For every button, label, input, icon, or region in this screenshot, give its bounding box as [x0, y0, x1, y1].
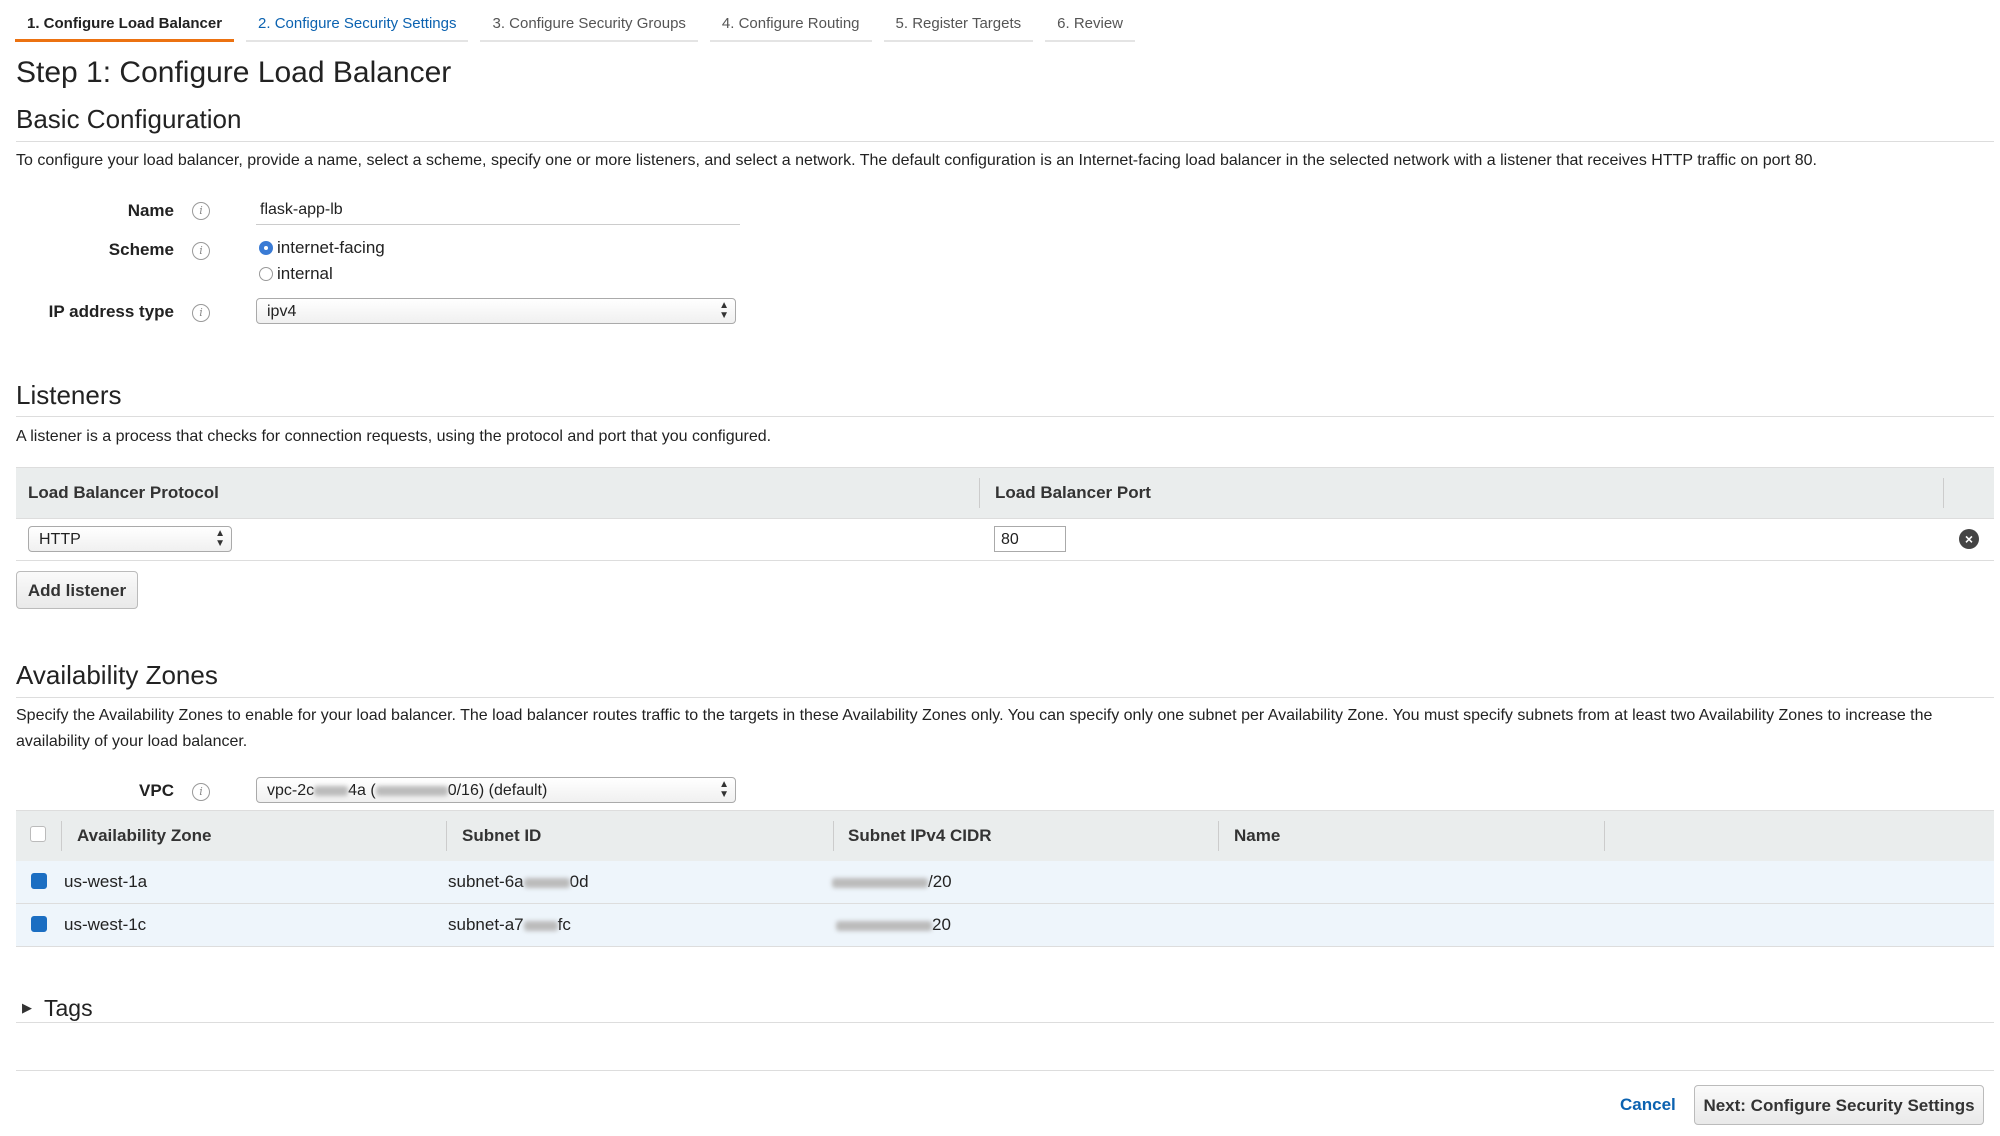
subnet-id-cell: subnet-6a 0d	[448, 872, 589, 892]
availability-zone-cell: us-west-1c	[64, 915, 147, 934]
column-divider	[833, 821, 834, 851]
redacted-text	[375, 785, 448, 796]
info-icon[interactable]: i	[192, 202, 210, 220]
column-divider	[1943, 478, 1944, 508]
column-divider	[1218, 821, 1219, 851]
subnet-id-prefix: subnet-a7	[448, 915, 524, 934]
info-icon[interactable]: i	[192, 304, 210, 322]
scheme-internet-facing-option[interactable]: internet-facing	[259, 238, 385, 258]
select-arrows-icon: ▲ ▼	[719, 779, 729, 800]
radio-unselected-icon[interactable]	[259, 267, 273, 281]
wizard-tabs: 1. Configure Load Balancer 2. Configure …	[15, 0, 1147, 44]
select-all-checkbox[interactable]	[30, 826, 46, 842]
redacted-text	[523, 920, 558, 931]
tab-configure-security-settings[interactable]: 2. Configure Security Settings	[246, 0, 469, 42]
tags-toggle[interactable]: Tags	[44, 995, 93, 1022]
column-header-protocol: Load Balancer Protocol	[28, 483, 219, 502]
vpc-value-middle: 4a (	[348, 782, 376, 799]
section-divider	[16, 141, 1994, 142]
remove-listener-icon[interactable]: ×	[1959, 529, 1979, 549]
redacted-text	[314, 785, 349, 796]
availability-zones-heading: Availability Zones	[16, 660, 218, 690]
tab-register-targets[interactable]: 5. Register Targets	[883, 0, 1034, 42]
basic-configuration-description: To configure your load balancer, provide…	[16, 152, 1817, 169]
subnet-id-prefix: subnet-6a	[448, 872, 524, 891]
column-divider	[979, 478, 980, 508]
protocol-value: HTTP	[39, 531, 81, 548]
next-configure-security-settings-button[interactable]: Next: Configure Security Settings	[1694, 1085, 1984, 1125]
availability-zones-description: Specify the Availability Zones to enable…	[16, 707, 1933, 750]
footer-divider	[16, 1070, 1994, 1071]
section-divider	[16, 416, 1994, 417]
availability-zone-cell: us-west-1a	[64, 872, 148, 891]
subnet-checkbox[interactable]	[31, 916, 47, 932]
port-input[interactable]: 80	[994, 526, 1066, 552]
radio-selected-icon[interactable]	[259, 241, 273, 255]
listener-row: HTTP ▲ ▼ 80 ×	[16, 518, 1994, 561]
name-label: Name	[127, 201, 174, 220]
scheme-option-label: internal	[277, 264, 333, 283]
page-title: Step 1: Configure Load Balancer	[16, 56, 452, 89]
subnet-row[interactable]: us-west-1c subnet-a7 fc 20	[16, 904, 1994, 947]
tab-review[interactable]: 6. Review	[1045, 0, 1135, 42]
column-header-availability-zone: Availability Zone	[77, 826, 212, 845]
vpc-value-prefix: vpc-2c	[267, 782, 315, 799]
column-header-port: Load Balancer Port	[995, 483, 1151, 502]
select-arrows-icon: ▲ ▼	[719, 300, 729, 321]
column-header-subnet-id: Subnet ID	[462, 826, 542, 845]
select-arrows-icon: ▲ ▼	[215, 528, 225, 549]
scheme-label: Scheme	[108, 240, 174, 259]
subnet-row[interactable]: us-west-1a subnet-6a 0d /20	[16, 861, 1994, 904]
listeners-heading: Listeners	[16, 380, 122, 410]
redacted-text	[836, 920, 932, 931]
tab-configure-routing[interactable]: 4. Configure Routing	[709, 0, 872, 42]
info-icon[interactable]: i	[192, 242, 210, 260]
basic-configuration-heading: Basic Configuration	[16, 104, 242, 134]
name-input[interactable]	[256, 196, 740, 225]
cidr-suffix: 20	[932, 915, 951, 934]
protocol-select[interactable]: HTTP ▲ ▼	[28, 526, 232, 552]
add-listener-button[interactable]: Add listener	[16, 571, 138, 609]
subnet-cidr-cell: /20	[832, 872, 952, 892]
column-header-subnet-cidr: Subnet IPv4 CIDR	[848, 826, 992, 845]
ip-address-type-value: ipv4	[267, 303, 297, 320]
info-icon[interactable]: i	[192, 783, 210, 801]
subnet-id-cell: subnet-a7 fc	[448, 915, 571, 935]
subnet-cidr-cell: 20	[836, 915, 951, 935]
cidr-suffix: /20	[928, 872, 952, 891]
section-divider	[16, 1022, 1994, 1023]
listeners-table-header: Load Balancer Protocol Load Balancer Por…	[16, 467, 1994, 519]
listeners-description: A listener is a process that checks for …	[16, 428, 772, 445]
section-divider	[16, 697, 1994, 698]
column-divider	[1604, 821, 1605, 851]
vpc-select[interactable]: vpc-2c 4a ( 0/16) (default) ▲ ▼	[256, 777, 736, 803]
redacted-text	[523, 877, 570, 888]
ip-address-type-label: IP address type	[48, 302, 174, 321]
subnets-table-header: Availability Zone Subnet ID Subnet IPv4 …	[16, 810, 1994, 862]
tab-configure-security-groups[interactable]: 3. Configure Security Groups	[480, 0, 698, 42]
expand-tags-icon[interactable]: ▶	[22, 1000, 32, 1016]
vpc-label: VPC	[139, 781, 174, 800]
create-load-balancer-page: 1. Configure Load Balancer 2. Configure …	[0, 0, 2000, 1136]
subnet-checkbox[interactable]	[31, 873, 47, 889]
subnet-id-suffix: fc	[557, 915, 571, 934]
scheme-option-label: internet-facing	[277, 238, 385, 257]
column-header-name: Name	[1234, 826, 1281, 845]
column-divider	[61, 821, 62, 851]
cancel-button[interactable]: Cancel	[1620, 1095, 1676, 1115]
redacted-text	[832, 877, 928, 888]
vpc-value-suffix: 0/16) (default)	[447, 782, 548, 799]
column-divider	[446, 821, 447, 851]
subnet-id-suffix: 0d	[569, 872, 589, 891]
tab-configure-load-balancer[interactable]: 1. Configure Load Balancer	[15, 0, 235, 42]
ip-address-type-select[interactable]: ipv4 ▲ ▼	[256, 298, 736, 324]
scheme-internal-option[interactable]: internal	[259, 264, 333, 284]
